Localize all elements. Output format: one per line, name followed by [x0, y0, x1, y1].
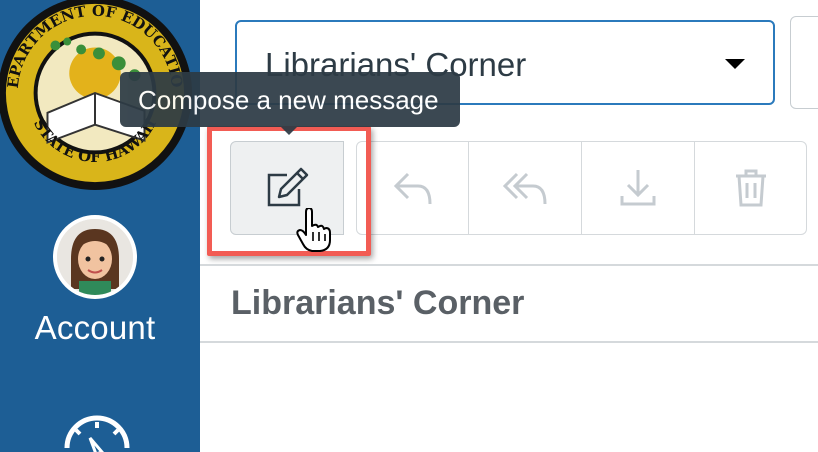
mailbox-filter-select[interactable]: [790, 16, 818, 109]
trash-icon: [735, 169, 766, 207]
download-icon: [620, 170, 656, 206]
divider: [200, 264, 818, 266]
dashboard-icon[interactable]: [62, 408, 132, 452]
compose-highlight-frame: [207, 126, 371, 256]
conversation-list-title: Librarians' Corner: [231, 284, 525, 322]
divider: [200, 341, 818, 343]
archive-button[interactable]: [582, 141, 695, 235]
hand-pointer-cursor-icon: [296, 208, 331, 252]
tooltip-arrow: [281, 127, 297, 135]
compose-tooltip: Compose a new message: [120, 72, 460, 135]
reply-all-button[interactable]: [469, 141, 582, 235]
account-label: Account: [34, 309, 156, 346]
tooltip-text: Compose a new message: [138, 85, 439, 115]
reply-icon: [393, 172, 431, 205]
global-nav-sidebar: DEPARTMENT OF EDUCATION STATE OF HAWAII …: [0, 0, 200, 452]
reply-button[interactable]: [356, 141, 469, 235]
delete-button[interactable]: [695, 141, 807, 235]
reply-all-icon: [503, 172, 547, 205]
account-nav-item[interactable]: Account: [0, 215, 190, 347]
avatar: [53, 215, 137, 299]
chevron-down-icon: [725, 59, 745, 69]
